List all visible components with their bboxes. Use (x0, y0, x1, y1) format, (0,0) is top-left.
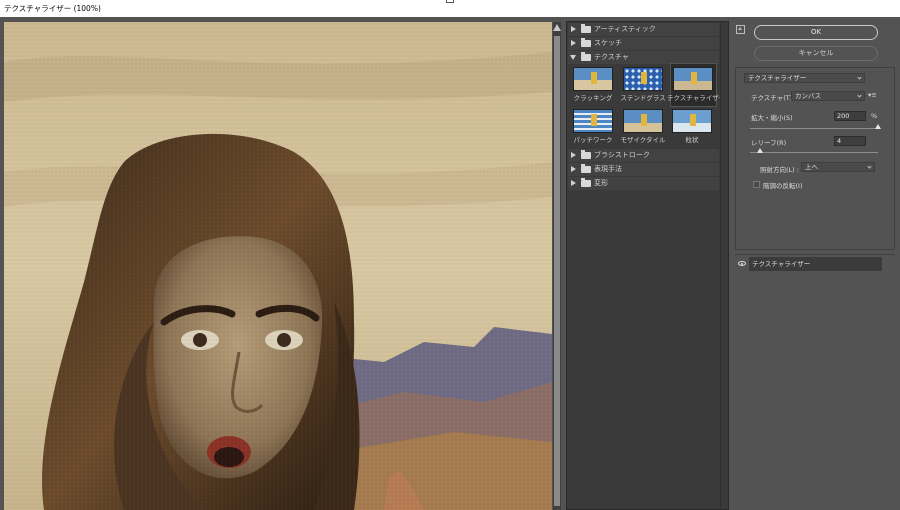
category-sketch[interactable]: スケッチ (568, 37, 719, 50)
invert-label: 階調の反転(I) (763, 182, 803, 190)
effect-layer-row[interactable]: テクスチャライザー (749, 257, 882, 271)
relief-slider[interactable] (750, 152, 878, 153)
preview-scrollbar[interactable] (553, 22, 561, 510)
collapse-gallery-icon[interactable] (736, 25, 745, 34)
chevron-down-icon (857, 93, 862, 98)
collapse-icon (570, 55, 576, 60)
category-distort[interactable]: 変形 (568, 177, 719, 190)
category-brush-strokes[interactable]: ブラシストローク (568, 149, 719, 162)
folder-open-icon (581, 52, 591, 61)
texture-thumbnails: クラッキング ステンドグラス テクスチャライザー パッチワーク モザイクタイル … (571, 63, 725, 146)
category-texture[interactable]: テクスチャ (568, 51, 719, 64)
window-title: テクスチャライザー (100%) (4, 4, 101, 13)
light-direction-label: 照射方向(L) : (760, 166, 799, 174)
filter-settings-panel: テクスチャライザー テクスチャ(T) : カンバス ▾≡ 拡大・縮小(S) 20… (735, 67, 895, 250)
scaling-input[interactable]: 200 (834, 111, 866, 121)
gallery-scrollbar[interactable] (720, 22, 728, 509)
folder-icon (581, 178, 591, 187)
folder-icon (581, 38, 591, 47)
filter-select[interactable]: テクスチャライザー (744, 73, 865, 83)
light-direction-select[interactable]: 上へ (801, 162, 875, 172)
ok-button[interactable]: OK (754, 25, 878, 40)
title-bar: テクスチャライザー (100%) (0, 0, 900, 17)
scaling-slider-handle[interactable] (875, 124, 881, 129)
relief-label: レリーフ(R) (751, 139, 787, 147)
cancel-button[interactable]: キャンセル (754, 46, 878, 61)
relief-input[interactable]: 4 (834, 136, 866, 146)
texture-menu-icon[interactable]: ▾≡ (868, 91, 877, 99)
restore-icon[interactable] (446, 0, 454, 3)
chevron-down-icon (857, 75, 862, 80)
invert-checkbox[interactable] (753, 181, 760, 188)
texture-select[interactable]: カンバス (791, 91, 865, 101)
preview-canvas[interactable] (4, 22, 552, 510)
expand-icon (571, 26, 576, 32)
effect-layers-panel: テクスチャライザー (735, 254, 895, 510)
folder-icon (581, 164, 591, 173)
expand-icon (571, 180, 576, 186)
category-stylize[interactable]: 表現手法 (568, 163, 719, 176)
thumb-patchwork[interactable]: パッチワーク (572, 108, 614, 146)
relief-slider-handle[interactable] (757, 148, 764, 153)
filter-gallery-dialog: アーティスティック スケッチ テクスチャ クラッキング ステンドグラス テクスチ… (0, 17, 900, 510)
thumb-stained-glass[interactable]: ステンドグラス (620, 66, 666, 104)
category-artistic[interactable]: アーティスティック (568, 23, 719, 36)
scaling-slider[interactable] (750, 128, 878, 129)
thumb-craquelure[interactable]: クラッキング (572, 66, 614, 104)
thumb-mosaic-tiles[interactable]: モザイクタイル (620, 108, 666, 146)
chevron-down-icon (867, 164, 872, 169)
eye-icon[interactable] (738, 261, 746, 266)
folder-icon (581, 150, 591, 159)
thumb-texturizer[interactable]: テクスチャライザー (667, 63, 725, 107)
folder-icon (581, 24, 591, 33)
thumb-grain[interactable]: 粒状 (671, 108, 713, 146)
texture-label: テクスチャ(T) : (751, 94, 797, 102)
scaling-label: 拡大・縮小(S) (751, 114, 793, 122)
expand-icon (571, 166, 576, 172)
expand-icon (571, 152, 576, 158)
expand-icon (571, 40, 576, 46)
filter-gallery: アーティスティック スケッチ テクスチャ クラッキング ステンドグラス テクスチ… (566, 21, 729, 510)
scroll-up-icon[interactable] (553, 22, 561, 32)
scaling-unit: % (871, 112, 878, 120)
preview-image (4, 22, 552, 510)
scroll-thumb[interactable] (554, 36, 560, 506)
